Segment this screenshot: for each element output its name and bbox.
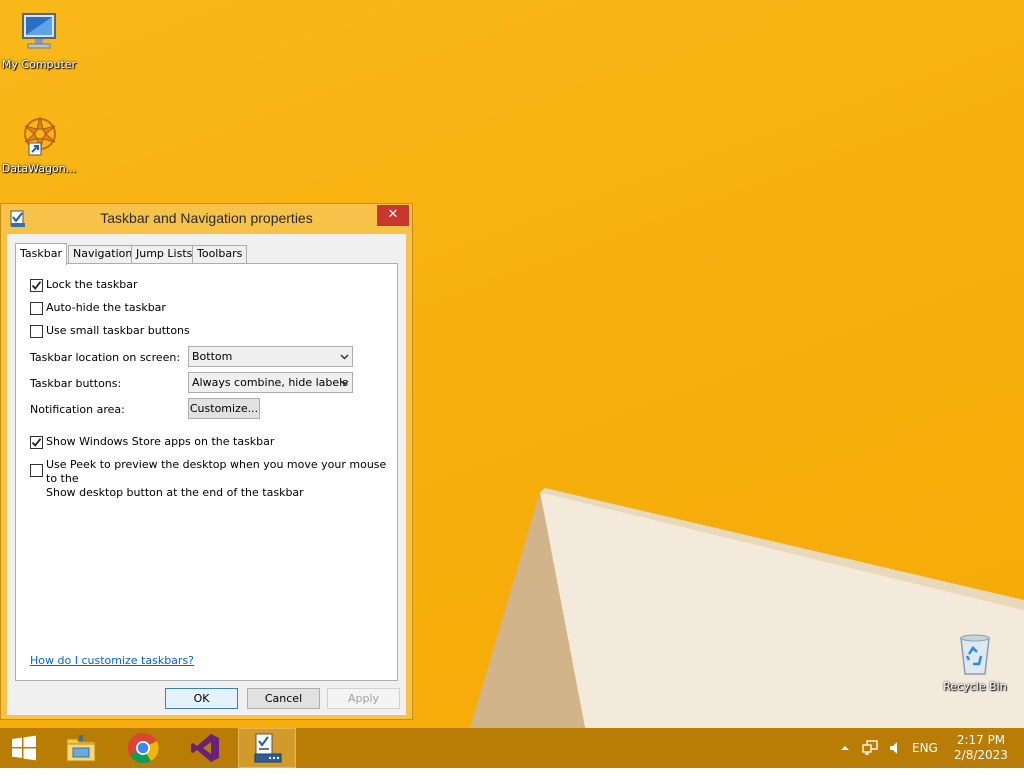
- recycle-bin-shortcut[interactable]: Recycle Bin: [936, 630, 1014, 693]
- store-apps-label: Show Windows Store apps on the taskbar: [46, 435, 275, 448]
- cancel-button[interactable]: Cancel: [247, 688, 320, 709]
- help-link[interactable]: How do I customize taskbars?: [30, 654, 194, 667]
- small-buttons-label: Use small taskbar buttons: [46, 324, 190, 337]
- taskbar-buttons-value: Always combine, hide labels: [192, 376, 348, 389]
- auto-hide-option[interactable]: Auto-hide the taskbar: [30, 301, 166, 315]
- lock-taskbar-checkbox[interactable]: [30, 279, 43, 292]
- auto-hide-label: Auto-hide the taskbar: [46, 301, 166, 314]
- taskbar-properties-button[interactable]: [238, 728, 296, 768]
- peek-checkbox[interactable]: [30, 464, 43, 477]
- visual-studio-button[interactable]: [176, 728, 234, 768]
- file-explorer-button[interactable]: [52, 728, 110, 768]
- chevron-down-icon: [340, 380, 349, 386]
- close-button[interactable]: ✕: [377, 205, 409, 226]
- recycle-bin-label: Recycle Bin: [943, 680, 1007, 693]
- checkmark-icon: [31, 438, 42, 447]
- chrome-button[interactable]: [114, 728, 172, 768]
- datawagon-shortcut[interactable]: DataWagon...: [0, 112, 78, 175]
- peek-label-line2: Show desktop button at the end of the ta…: [46, 486, 304, 499]
- tab-jump-lists[interactable]: Jump Lists: [131, 245, 198, 263]
- windows-logo-icon: [12, 735, 36, 761]
- chrome-icon: [127, 733, 159, 764]
- peek-option[interactable]: Use Peek to preview the desktop when you…: [30, 458, 397, 500]
- checkmark-icon: [31, 281, 42, 290]
- location-value: Bottom: [192, 350, 233, 363]
- datawagon-icon: [24, 116, 56, 156]
- dialog-client: Taskbar Navigation Jump Lists Toolbars L…: [7, 234, 406, 715]
- taskbar-buttons-label: Taskbar buttons:: [30, 377, 122, 390]
- ok-button[interactable]: OK: [165, 688, 238, 709]
- location-select[interactable]: Bottom: [188, 346, 353, 367]
- tab-navigation[interactable]: Navigation: [68, 245, 138, 263]
- my-computer-icon: [22, 13, 56, 49]
- network-icon: [862, 740, 878, 755]
- apply-button[interactable]: Apply: [327, 688, 400, 709]
- small-buttons-checkbox[interactable]: [30, 325, 43, 338]
- recycle-bin-icon: [960, 634, 990, 675]
- visual-studio-icon: [191, 734, 219, 762]
- clock[interactable]: 2:17 PM 2/8/2023: [948, 733, 1014, 763]
- clock-date: 2/8/2023: [954, 748, 1008, 762]
- taskbar-tab-panel: Lock the taskbar Auto-hide the taskbar U…: [15, 263, 398, 681]
- small-buttons-option[interactable]: Use small taskbar buttons: [30, 324, 190, 338]
- my-computer-shortcut[interactable]: My Computer: [0, 8, 78, 71]
- chevron-down-icon: [340, 354, 349, 360]
- network-tray-button[interactable]: [860, 728, 880, 768]
- location-label: Taskbar location on screen:: [30, 351, 181, 364]
- dialog-title: Taskbar and Navigation properties: [100, 210, 313, 226]
- notification-area-label: Notification area:: [30, 403, 125, 416]
- start-button[interactable]: [0, 728, 48, 768]
- lock-taskbar-label: Lock the taskbar: [46, 278, 138, 291]
- auto-hide-checkbox[interactable]: [30, 302, 43, 315]
- taskbar-properties-dialog: Taskbar and Navigation properties ✕ Task…: [0, 203, 413, 720]
- customize-button[interactable]: Customize...: [188, 398, 260, 419]
- dialog-titlebar[interactable]: Taskbar and Navigation properties ✕: [1, 204, 412, 234]
- taskbar-buttons-select[interactable]: Always combine, hide labels: [188, 372, 353, 393]
- clock-time: 2:17 PM: [956, 733, 1006, 747]
- speaker-icon: [890, 742, 897, 754]
- language-indicator[interactable]: ENG: [912, 741, 942, 781]
- file-explorer-icon: [66, 735, 96, 762]
- lock-taskbar-option[interactable]: Lock the taskbar: [30, 278, 138, 292]
- tab-toolbars[interactable]: Toolbars: [192, 245, 248, 263]
- taskbar: ENG 2:17 PM 2/8/2023: [0, 728, 1024, 768]
- chevron-up-icon: [841, 746, 849, 750]
- store-apps-option[interactable]: Show Windows Store apps on the taskbar: [30, 435, 274, 449]
- tab-taskbar[interactable]: Taskbar: [15, 243, 67, 265]
- datawagon-label: DataWagon...: [1, 162, 77, 175]
- volume-tray-button[interactable]: [886, 728, 904, 768]
- my-computer-label: My Computer: [1, 58, 77, 71]
- peek-label-line1: Use Peek to preview the desktop when you…: [46, 458, 387, 485]
- store-apps-checkbox[interactable]: [30, 436, 43, 449]
- taskbar-properties-icon: [254, 733, 282, 763]
- peek-label: Use Peek to preview the desktop when you…: [46, 458, 397, 500]
- show-hidden-icons-button[interactable]: [838, 728, 852, 768]
